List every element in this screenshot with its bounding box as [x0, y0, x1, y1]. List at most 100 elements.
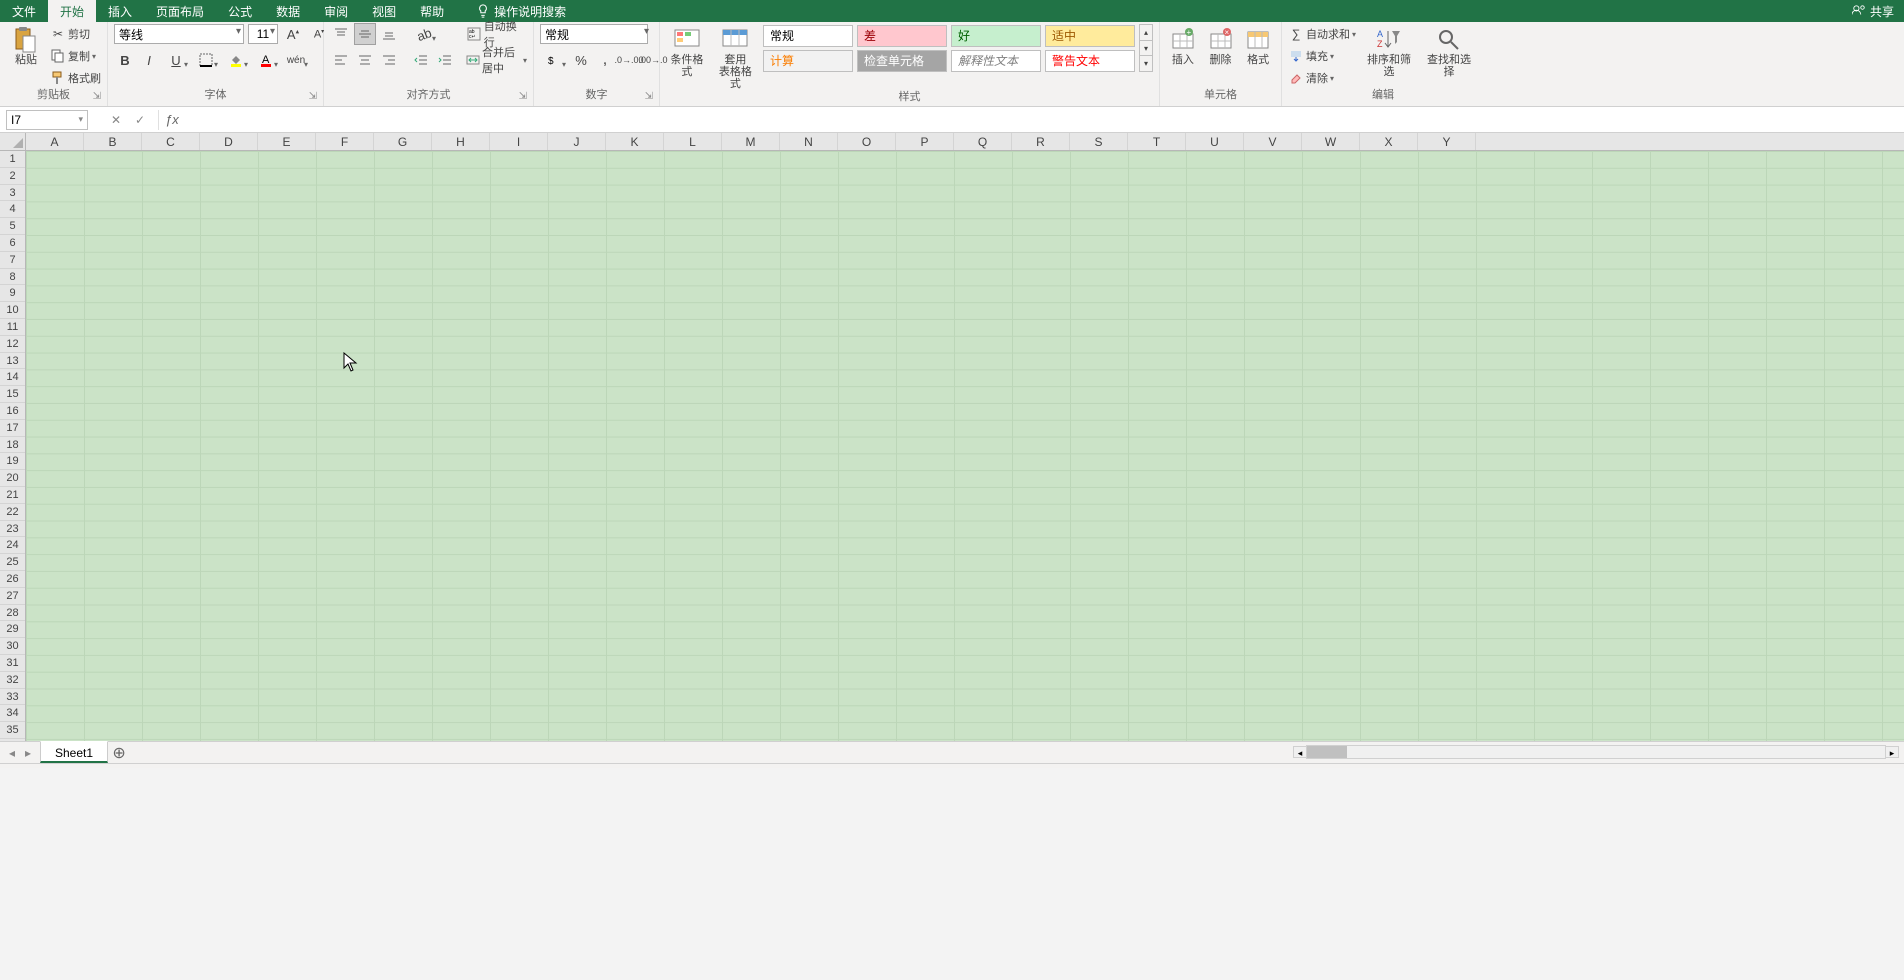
tab-view[interactable]: 视图	[360, 0, 408, 22]
clear-button[interactable]: 清除 ▾	[1288, 68, 1356, 88]
align-left-button[interactable]	[330, 49, 352, 71]
row-header[interactable]: 15	[0, 386, 25, 403]
column-header[interactable]: A	[26, 133, 84, 150]
italic-button[interactable]: I	[138, 49, 160, 71]
row-header[interactable]: 11	[0, 319, 25, 336]
number-format-select[interactable]	[540, 24, 648, 44]
find-select-button[interactable]: 查找和选择	[1422, 24, 1476, 78]
column-header[interactable]: T	[1128, 133, 1186, 150]
row-header[interactable]: 30	[0, 638, 25, 655]
select-all-corner[interactable]	[0, 133, 26, 151]
row-header[interactable]: 31	[0, 655, 25, 672]
column-header[interactable]: S	[1070, 133, 1128, 150]
row-header[interactable]: 34	[0, 705, 25, 722]
tab-page-layout[interactable]: 页面布局	[144, 0, 216, 22]
alignment-launcher[interactable]: ⇲	[519, 90, 527, 104]
style-gallery-scroll[interactable]: ▴ ▾ ▾	[1139, 24, 1153, 72]
merge-center-button[interactable]: 合并后居中 ▾	[466, 50, 527, 70]
gallery-up-icon[interactable]: ▴	[1140, 25, 1152, 41]
style-neutral[interactable]: 适中	[1045, 25, 1135, 47]
style-calculation[interactable]: 计算	[763, 50, 853, 72]
hscroll-right[interactable]: ▸	[1885, 746, 1899, 758]
row-header[interactable]: 4	[0, 201, 25, 218]
column-header[interactable]: Q	[954, 133, 1012, 150]
column-header[interactable]: X	[1360, 133, 1418, 150]
row-header[interactable]: 3	[0, 185, 25, 202]
tab-home[interactable]: 开始	[48, 0, 96, 22]
wrap-text-button[interactable]: abc↵ 自动换行	[466, 24, 527, 44]
font-size-select[interactable]	[248, 24, 278, 44]
share-button[interactable]: 共享	[1852, 0, 1894, 22]
spreadsheet-grid[interactable]: ABCDEFGHIJKLMNOPQRSTUVWXY 12345678910111…	[0, 133, 1904, 741]
style-explanatory[interactable]: 解释性文本	[951, 50, 1041, 72]
style-good[interactable]: 好	[951, 25, 1041, 47]
align-middle-button[interactable]	[354, 23, 376, 45]
column-header[interactable]: R	[1012, 133, 1070, 150]
tab-review[interactable]: 审阅	[312, 0, 360, 22]
row-header[interactable]: 16	[0, 403, 25, 420]
increase-font-button[interactable]: A▴	[282, 23, 304, 45]
sheet-nav-next[interactable]: ▸	[20, 746, 36, 760]
row-header[interactable]: 6	[0, 235, 25, 252]
font-color-button[interactable]: A	[252, 49, 280, 71]
fill-button[interactable]: 填充 ▾	[1288, 46, 1356, 66]
cut-button[interactable]: ✂ 剪切	[50, 24, 101, 44]
column-header[interactable]: N	[780, 133, 838, 150]
phonetic-button[interactable]: wén	[282, 49, 310, 71]
row-header[interactable]: 22	[0, 504, 25, 521]
delete-cells-button[interactable]: × 删除	[1204, 24, 1238, 66]
column-header[interactable]: H	[432, 133, 490, 150]
enter-formula-button[interactable]: ✓	[128, 110, 152, 130]
row-header[interactable]: 20	[0, 470, 25, 487]
hscroll-thumb[interactable]	[1307, 746, 1347, 758]
decrease-indent-button[interactable]	[410, 49, 432, 71]
name-box[interactable]: I7	[6, 110, 88, 130]
sheet-tab-1[interactable]: Sheet1	[40, 741, 108, 763]
row-header[interactable]: 27	[0, 588, 25, 605]
row-header[interactable]: 23	[0, 521, 25, 538]
row-header[interactable]: 35	[0, 722, 25, 739]
column-header[interactable]: F	[316, 133, 374, 150]
row-header[interactable]: 25	[0, 554, 25, 571]
align-bottom-button[interactable]	[378, 23, 400, 45]
underline-button[interactable]: U	[162, 49, 190, 71]
sort-filter-button[interactable]: AZ 排序和筛选	[1362, 24, 1416, 78]
clipboard-launcher[interactable]: ⇲	[93, 90, 101, 104]
style-check-cell[interactable]: 检查单元格	[857, 50, 947, 72]
column-header[interactable]: O	[838, 133, 896, 150]
tab-insert[interactable]: 插入	[96, 0, 144, 22]
column-header[interactable]: I	[490, 133, 548, 150]
format-as-table-button[interactable]: 套用 表格格式	[714, 24, 757, 90]
column-header[interactable]: U	[1186, 133, 1244, 150]
increase-indent-button[interactable]	[434, 49, 456, 71]
font-name-select[interactable]	[114, 24, 244, 44]
style-normal[interactable]: 常规	[763, 25, 853, 47]
fill-color-button[interactable]	[222, 49, 250, 71]
format-cells-button[interactable]: 格式	[1241, 24, 1275, 66]
sheet-nav-prev[interactable]: ◂	[4, 746, 20, 760]
row-header[interactable]: 1	[0, 151, 25, 168]
increase-decimal-button[interactable]: .0→.00	[618, 49, 640, 71]
copy-button[interactable]: 复制 ▾	[50, 46, 101, 66]
row-header[interactable]: 12	[0, 336, 25, 353]
tab-data[interactable]: 数据	[264, 0, 312, 22]
orientation-button[interactable]: ab	[410, 23, 438, 45]
tab-formulas[interactable]: 公式	[216, 0, 264, 22]
row-header[interactable]: 2	[0, 168, 25, 185]
autosum-button[interactable]: ∑ 自动求和 ▾	[1288, 24, 1356, 44]
style-bad[interactable]: 差	[857, 25, 947, 47]
row-header[interactable]: 32	[0, 672, 25, 689]
horizontal-scrollbar[interactable]: ◂ ▸	[1306, 745, 1886, 759]
column-header[interactable]: W	[1302, 133, 1360, 150]
column-header[interactable]: E	[258, 133, 316, 150]
fx-icon[interactable]: ƒx	[165, 112, 179, 127]
row-header[interactable]: 14	[0, 369, 25, 386]
font-launcher[interactable]: ⇲	[309, 90, 317, 104]
row-header[interactable]: 8	[0, 269, 25, 286]
percent-button[interactable]: %	[570, 49, 592, 71]
cell-area[interactable]	[26, 151, 1904, 741]
row-header[interactable]: 9	[0, 285, 25, 302]
comma-button[interactable]: ,	[594, 49, 616, 71]
new-sheet-button[interactable]: ⊕	[108, 743, 130, 763]
column-header[interactable]: C	[142, 133, 200, 150]
